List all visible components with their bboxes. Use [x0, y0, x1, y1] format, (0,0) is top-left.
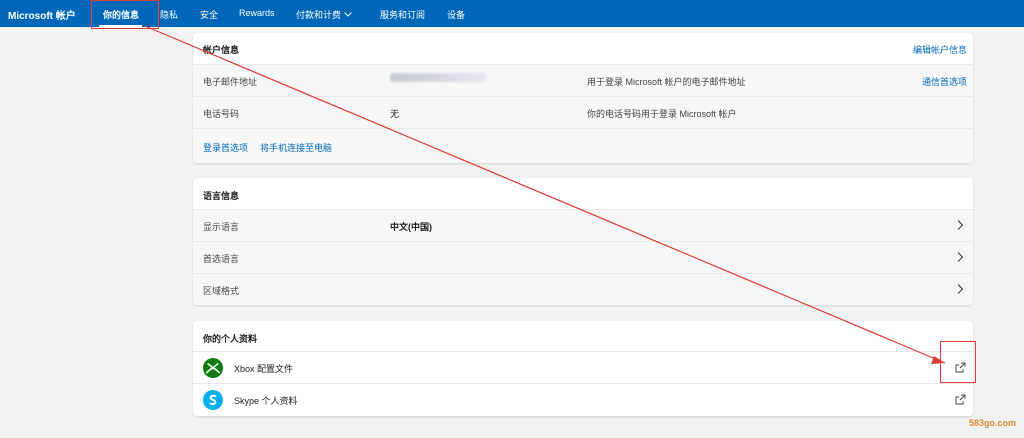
watermark: 583go.com [968, 418, 1016, 428]
annotation-arrow [144, 25, 946, 364]
